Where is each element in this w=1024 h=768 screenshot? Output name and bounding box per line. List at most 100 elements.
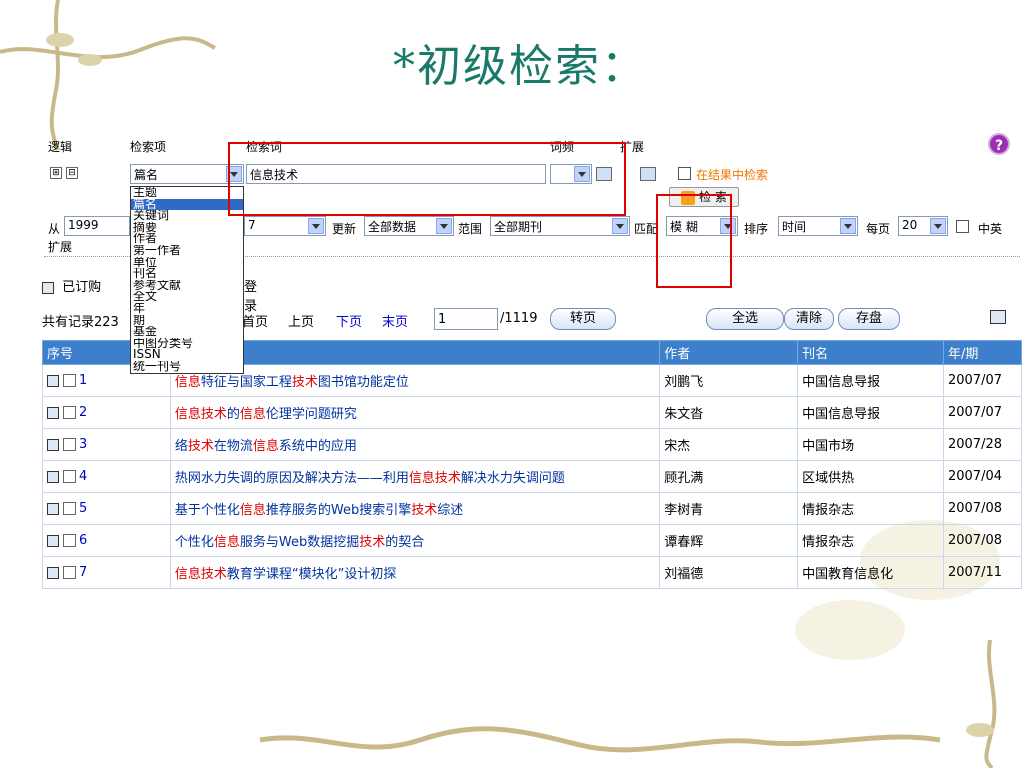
row-checkbox[interactable] [63, 374, 76, 387]
row-number: 1 [79, 373, 88, 388]
update-dropdown-icon[interactable] [436, 218, 452, 234]
page-input-value: 1 [438, 312, 447, 327]
subscribed-label[interactable]: 已订购 [62, 280, 101, 295]
first-page-link[interactable]: 首页 [242, 311, 268, 330]
highlight-term: 技术 [411, 503, 438, 518]
field-option[interactable]: 刊名 [131, 268, 243, 280]
row-checkbox[interactable] [63, 438, 76, 451]
to-year-dropdown-icon[interactable] [308, 218, 324, 234]
field-option[interactable]: 第一作者 [131, 245, 243, 257]
highlight-term: 信息 [174, 567, 201, 582]
highlight-term: 信息 [239, 407, 266, 422]
last-page-link[interactable]: 末页 [382, 311, 408, 330]
range-select[interactable]: 全部期刊 [490, 216, 630, 236]
field-option[interactable]: 关键词 [131, 210, 243, 222]
dictionary-icon[interactable] [596, 167, 612, 181]
field-dropdown-list[interactable]: 主题 篇名 关键词 摘要 作者 第一作者 单位 刊名 参考文献 全文年期基金 中图分类号 ISSN 统一… [130, 186, 244, 374]
title-text: 服务与Web数据挖掘 [239, 535, 360, 550]
field-option[interactable]: ISSN [131, 349, 243, 361]
range-label: 范围 [458, 222, 483, 236]
row-checkbox[interactable] [63, 406, 76, 419]
subscription-line: 已订购 登录 [42, 276, 257, 314]
article-title-link[interactable]: 热网水力失调的原因及解决方法——利用信息技术解决水力失调问题 [169, 460, 661, 493]
row-checkbox[interactable] [63, 470, 76, 483]
field-option[interactable]: 作者 [131, 233, 243, 245]
title-text: 个性化 [174, 535, 214, 550]
help-icon[interactable]: ? [988, 133, 1010, 155]
sort-dropdown-icon[interactable] [840, 218, 856, 234]
save-button[interactable]: 存盘 [838, 308, 900, 330]
page-input[interactable]: 1 [434, 308, 498, 330]
sort-value: 时间 [782, 220, 807, 234]
slide-title: *初级检索： [393, 41, 647, 92]
article-title-link[interactable]: 络技术在物流信息系统中的应用 [169, 428, 661, 461]
document-icon[interactable] [47, 406, 59, 419]
range-dropdown-icon[interactable] [612, 218, 628, 234]
article-title-link[interactable]: 信息技术的信息伦理学问题研究 [169, 396, 661, 429]
field-option[interactable]: 基金 [131, 326, 243, 338]
goto-page-button[interactable]: 转页 [550, 308, 616, 330]
highlight-term: 技术 [359, 535, 386, 550]
freq-dropdown-icon[interactable] [574, 166, 590, 182]
search-button[interactable]: 检 索 [669, 187, 739, 207]
expand-icon[interactable] [640, 167, 656, 181]
document-icon[interactable] [47, 438, 59, 451]
lang-checkbox[interactable] [956, 220, 969, 233]
match-value: 模 糊 [670, 220, 698, 234]
field-option[interactable]: 参考文献 [131, 280, 243, 292]
next-page-link[interactable]: 下页 [336, 311, 362, 330]
row-number-cell: 2 [42, 396, 171, 429]
page-total: /1119 [500, 311, 538, 326]
row-checkbox[interactable] [63, 502, 76, 515]
clear-button[interactable]: 清除 [784, 308, 834, 330]
field-option[interactable]: 全文 [131, 291, 243, 303]
issue-cell: 2007/11 [942, 556, 1023, 589]
list-view-icon[interactable] [990, 310, 1006, 324]
row-number-cell: 7 [42, 556, 171, 589]
field-option[interactable]: 中图分类号 [131, 338, 243, 350]
document-icon[interactable] [47, 470, 59, 483]
highlight-term: 技术 [291, 375, 318, 390]
title-text: 特征与国家工程 [200, 375, 292, 390]
perpage-dropdown-icon[interactable] [930, 218, 946, 234]
add-row-icon[interactable]: ⊞ [50, 167, 62, 179]
field-option[interactable]: 统一刊号 [131, 361, 243, 373]
match-label: 匹配 [634, 222, 659, 236]
document-icon[interactable] [47, 502, 59, 515]
match-dropdown-icon[interactable] [720, 218, 736, 234]
within-results-checkbox[interactable] [678, 167, 691, 180]
field-option[interactable]: 主题 [131, 187, 243, 199]
document-icon[interactable] [47, 534, 59, 547]
table-row: 5 基于个性化信息推荐服务的Web搜索引擎技术综述 李树青 情报杂志 2007/08 [42, 492, 1023, 525]
header-journal: 刊名 [797, 340, 944, 365]
issue-cell: 2007/08 [942, 492, 1023, 525]
title-text: 教育学课程“模块化”设计初探 [226, 567, 397, 582]
field-option[interactable]: 年 [131, 303, 243, 315]
document-icon[interactable] [47, 374, 59, 387]
remove-row-icon[interactable]: ⊟ [66, 167, 78, 179]
term-input[interactable]: 信息技术 [246, 164, 546, 184]
journal-cell: 区域供热 [797, 460, 944, 493]
document-icon[interactable] [47, 566, 59, 579]
highlight-term: 信息 [174, 375, 201, 390]
annotation-match-box [656, 194, 732, 288]
prev-page-link[interactable]: 上页 [288, 311, 314, 330]
row-number: 7 [79, 565, 88, 580]
issue-cell: 2007/07 [942, 364, 1023, 397]
article-title-link[interactable]: 基于个性化信息推荐服务的Web搜索引擎技术综述 [169, 492, 661, 525]
field-option[interactable]: 篇名 [131, 198, 243, 211]
article-title-link[interactable]: 信息技术教育学课程“模块化”设计初探 [169, 556, 661, 589]
from-year-select[interactable]: 1999 [64, 216, 130, 236]
term-label: 检索词 [246, 140, 283, 154]
row-number-cell: 5 [42, 492, 171, 525]
row-checkbox[interactable] [63, 566, 76, 579]
article-title-link[interactable]: 个性化信息服务与Web数据挖掘技术的契合 [169, 524, 661, 557]
field-option[interactable]: 单位 [131, 257, 243, 269]
row-checkbox[interactable] [63, 534, 76, 547]
select-all-button[interactable]: 全选 [706, 308, 784, 330]
field-option[interactable]: 期 [131, 315, 243, 327]
field-option[interactable]: 摘要 [131, 222, 243, 234]
field-dropdown-icon[interactable] [226, 166, 242, 182]
journal-cell: 中国信息导报 [797, 364, 944, 397]
table-row: 2 信息技术的信息伦理学问题研究 朱文沓 中国信息导报 2007/07 [42, 396, 1023, 429]
